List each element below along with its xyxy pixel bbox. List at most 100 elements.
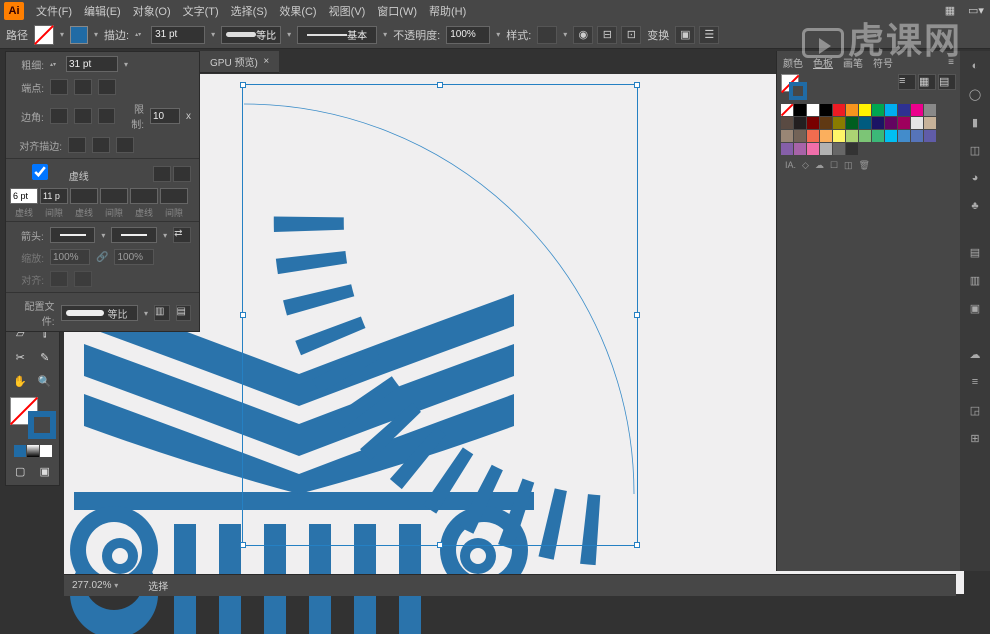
swatch-37[interactable]: [820, 143, 832, 155]
swatch-21[interactable]: [924, 117, 936, 129]
layers-icon[interactable]: ▤: [964, 241, 986, 263]
dash-1[interactable]: [10, 188, 38, 204]
corner-miter[interactable]: [50, 108, 68, 124]
swatch-cc-icon[interactable]: ☁: [815, 160, 824, 171]
handle-se[interactable]: [634, 542, 640, 548]
swatch-fill-stroke[interactable]: [781, 74, 807, 100]
bridge-icon[interactable]: ▦: [940, 2, 960, 20]
gap-3[interactable]: [160, 188, 188, 204]
handle-ne[interactable]: [634, 82, 640, 88]
none-mode[interactable]: [40, 445, 52, 457]
handle-n[interactable]: [437, 82, 443, 88]
artboards-icon[interactable]: ▣: [964, 297, 986, 319]
swatch-38[interactable]: [833, 143, 845, 155]
list-view-icon[interactable]: ≡: [898, 74, 916, 90]
screen-mode-normal[interactable]: ▢: [8, 459, 33, 483]
menu-effect[interactable]: 效果(C): [273, 3, 322, 19]
handle-w[interactable]: [240, 312, 246, 318]
align-outside[interactable]: [116, 137, 134, 153]
profile-dropdown[interactable]: 等比: [61, 305, 138, 321]
libraries-icon[interactable]: ☁: [964, 343, 986, 365]
arrow-start[interactable]: [50, 227, 96, 243]
handle-sw[interactable]: [240, 542, 246, 548]
swatch-35[interactable]: [794, 143, 806, 155]
weight-spinner[interactable]: ▴▾: [50, 55, 60, 73]
asset-export-icon[interactable]: ▥: [964, 269, 986, 291]
swatch-17[interactable]: [872, 117, 884, 129]
dashed-checkbox[interactable]: 虚线: [14, 164, 89, 183]
dash-align-icon[interactable]: [173, 166, 191, 182]
swatch-1[interactable]: [820, 104, 832, 116]
gradient-icon[interactable]: ▮: [964, 111, 986, 133]
swatch-13[interactable]: [820, 117, 832, 129]
swatch-kind-icon[interactable]: ◇: [802, 160, 809, 171]
menu-select[interactable]: 选择(S): [225, 3, 274, 19]
dash-preserve-icon[interactable]: [153, 166, 171, 182]
swatch-23[interactable]: [794, 130, 806, 142]
zoom-level[interactable]: 277.02% ▾: [72, 580, 118, 591]
dash-2[interactable]: [70, 188, 98, 204]
opacity-input[interactable]: [446, 26, 490, 44]
panel-menu-icon[interactable]: ≡: [948, 57, 954, 68]
close-tab-icon[interactable]: ×: [263, 56, 269, 67]
handle-s[interactable]: [437, 542, 443, 548]
tab-color[interactable]: 颜色: [783, 55, 803, 70]
variable-width-dropdown[interactable]: 等比: [221, 26, 281, 44]
swatch-28[interactable]: [859, 130, 871, 142]
color-guide-icon[interactable]: ◐: [964, 55, 986, 77]
cap-projecting[interactable]: [98, 79, 116, 95]
swatch-3[interactable]: [846, 104, 858, 116]
swatch-24[interactable]: [807, 130, 819, 142]
isolate-icon[interactable]: ▣: [675, 26, 695, 44]
swatch-7[interactable]: [898, 104, 910, 116]
transform-panel-icon[interactable]: ⊞: [964, 427, 986, 449]
swatch-new-icon[interactable]: ◫: [844, 160, 853, 171]
color-mode[interactable]: [14, 445, 26, 457]
grid-view-icon[interactable]: ▦: [918, 74, 936, 90]
tab-symbols[interactable]: 符号: [873, 55, 893, 70]
transform-label[interactable]: 变换: [647, 27, 669, 43]
graphic-styles-icon[interactable]: ♣: [964, 195, 986, 217]
selection-bounding-box[interactable]: [242, 84, 638, 546]
recolor-icon[interactable]: ◉: [573, 26, 593, 44]
swatch-2[interactable]: [833, 104, 845, 116]
flip-across[interactable]: ▤: [176, 305, 192, 321]
flip-along[interactable]: ▥: [154, 305, 170, 321]
gap-1[interactable]: [40, 188, 68, 204]
swatch-4[interactable]: [859, 104, 871, 116]
corner-round[interactable]: [74, 108, 92, 124]
swatch-group-icon[interactable]: ☐: [830, 160, 838, 171]
swatch-6[interactable]: [885, 104, 897, 116]
swatch-5[interactable]: [872, 104, 884, 116]
cap-round[interactable]: [74, 79, 92, 95]
stroke-swatch[interactable]: [70, 26, 88, 44]
swatch-27[interactable]: [846, 130, 858, 142]
swatch-registration[interactable]: [794, 104, 806, 116]
align-panel-icon[interactable]: ≡: [964, 371, 986, 393]
eyedropper-tool[interactable]: ✎: [33, 345, 58, 369]
swatch-34[interactable]: [781, 143, 793, 155]
gradient-mode[interactable]: [27, 445, 39, 457]
swatch-16[interactable]: [859, 117, 871, 129]
cap-butt[interactable]: [50, 79, 68, 95]
swap-arrows[interactable]: ⇄: [173, 227, 191, 243]
hand-tool[interactable]: ✋: [8, 369, 33, 393]
extra-icon[interactable]: ☰: [699, 26, 719, 44]
stroke-weight-spinner[interactable]: ▴▾: [135, 26, 145, 44]
stroke-icon[interactable]: ◯: [964, 83, 986, 105]
fill-swatch[interactable]: [34, 25, 54, 45]
tab-swatches[interactable]: 色板: [813, 55, 833, 70]
corner-bevel[interactable]: [98, 108, 116, 124]
swatch-0[interactable]: [807, 104, 819, 116]
menu-type[interactable]: 文字(T): [177, 3, 225, 19]
shape-icon[interactable]: ⊡: [621, 26, 641, 44]
arrow-end[interactable]: [111, 227, 157, 243]
tab-brushes[interactable]: 画笔: [843, 55, 863, 70]
document-tab[interactable]: GPU 预览) ×: [200, 51, 279, 73]
menu-view[interactable]: 视图(V): [323, 3, 372, 19]
swatch-32[interactable]: [911, 130, 923, 142]
gap-2[interactable]: [100, 188, 128, 204]
align-icon[interactable]: ⊟: [597, 26, 617, 44]
menu-file[interactable]: 文件(F): [30, 3, 78, 19]
swatch-33[interactable]: [924, 130, 936, 142]
